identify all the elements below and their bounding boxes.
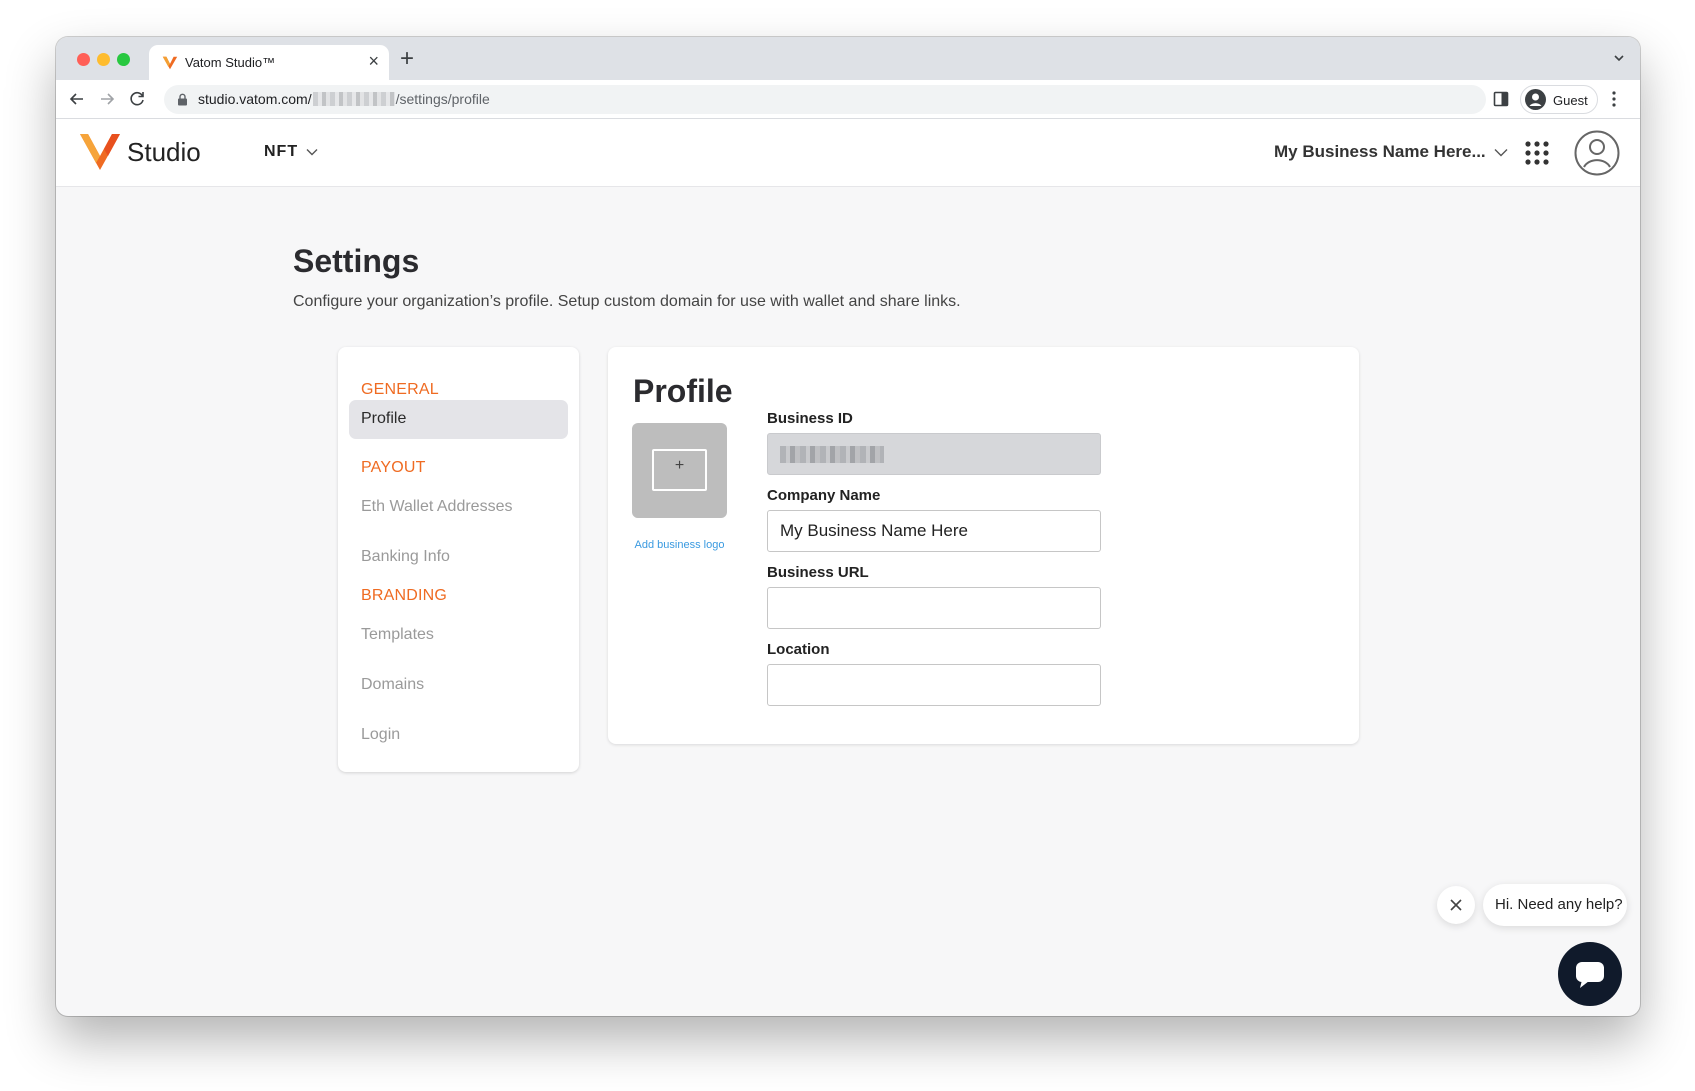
- profile-label: Guest: [1553, 93, 1588, 108]
- browser-tab[interactable]: Vatom Studio™ ×: [149, 45, 389, 80]
- section-general: GENERAL: [361, 381, 439, 398]
- section-payout: PAYOUT: [361, 459, 426, 476]
- vatom-logo-icon[interactable]: [78, 132, 122, 172]
- browser-toolbar: studio.vatom.com/ /settings/profile Gues…: [56, 80, 1640, 119]
- business-id-label: Business ID: [767, 410, 853, 427]
- vatom-favicon-icon: [162, 56, 178, 70]
- business-id-field: [767, 433, 1101, 475]
- tab-title: Vatom Studio™: [185, 55, 276, 70]
- add-logo-link[interactable]: Add business logo: [632, 537, 727, 553]
- chat-message: Hi. Need any help?: [1495, 896, 1623, 913]
- nft-menu[interactable]: NFT: [264, 143, 318, 161]
- sidebar-item-profile[interactable]: Profile: [349, 400, 568, 439]
- new-tab-button[interactable]: +: [400, 45, 414, 73]
- page-title: Settings: [293, 243, 420, 279]
- logo-upload-button[interactable]: +: [632, 423, 727, 518]
- brand-name[interactable]: Studio: [127, 137, 201, 168]
- location-input[interactable]: [767, 664, 1101, 706]
- business-selector[interactable]: My Business Name Here...: [1274, 142, 1508, 162]
- user-avatar-icon[interactable]: [1574, 130, 1620, 176]
- sidebar-item-login[interactable]: Login: [361, 726, 400, 744]
- business-url-label: Business URL: [767, 564, 869, 581]
- chat-icon: [1576, 962, 1604, 988]
- sidebar-item-profile-label: Profile: [361, 410, 407, 427]
- sidebar-item-eth-wallet[interactable]: Eth Wallet Addresses: [361, 498, 512, 516]
- business-selector-label: My Business Name Here...: [1274, 142, 1486, 161]
- url-path: /settings/profile: [395, 91, 490, 107]
- profile-title: Profile: [633, 373, 733, 409]
- chat-prompt[interactable]: Hi. Need any help?: [1483, 884, 1627, 926]
- sidebar-item-templates[interactable]: Templates: [361, 626, 434, 644]
- browser-window: Vatom Studio™ × + studio.vatom.com/ /set…: [56, 37, 1640, 1016]
- back-arrow-icon[interactable]: [66, 88, 88, 110]
- maximize-window-button[interactable]: [117, 53, 130, 66]
- page-subtitle: Configure your organization’s profile. S…: [293, 293, 961, 310]
- reload-icon[interactable]: [126, 88, 148, 110]
- sidebar-item-banking[interactable]: Banking Info: [361, 548, 450, 566]
- redacted-url-segment: [312, 92, 395, 106]
- url-text: studio.vatom.com/ /settings/profile: [198, 91, 490, 107]
- url-host: studio.vatom.com/: [198, 91, 312, 107]
- chat-dismiss-button[interactable]: [1437, 886, 1475, 924]
- chevron-down-icon: [306, 149, 318, 156]
- plus-icon: +: [674, 457, 685, 474]
- nft-menu-label: NFT: [264, 143, 299, 160]
- settings-sidebar: GENERAL Profile PAYOUT Eth Wallet Addres…: [338, 347, 579, 772]
- app-header: Studio NFT My Business Name Here...: [56, 119, 1640, 187]
- chevron-down-icon[interactable]: [1612, 51, 1626, 65]
- location-label: Location: [767, 641, 830, 658]
- company-name-label: Company Name: [767, 487, 881, 504]
- section-branding: BRANDING: [361, 587, 448, 604]
- chevron-down-icon: [1494, 148, 1508, 156]
- redacted-business-id: [780, 446, 884, 463]
- close-window-button[interactable]: [77, 53, 90, 66]
- company-name-input[interactable]: [767, 510, 1101, 552]
- lock-icon: [178, 93, 187, 106]
- sidebar-item-domains[interactable]: Domains: [361, 676, 424, 694]
- minimize-window-button[interactable]: [97, 53, 110, 66]
- side-panel-icon[interactable]: [1493, 91, 1509, 107]
- tab-strip: Vatom Studio™ × +: [56, 37, 1640, 80]
- apps-grid-icon[interactable]: [1525, 141, 1549, 165]
- profile-chip[interactable]: Guest: [1520, 85, 1598, 114]
- business-url-input[interactable]: [767, 587, 1101, 629]
- more-options-icon[interactable]: [1612, 91, 1616, 107]
- forward-arrow-icon[interactable]: [96, 88, 118, 110]
- close-icon: [1450, 899, 1462, 911]
- chat-launcher-button[interactable]: [1558, 942, 1622, 1006]
- address-bar[interactable]: studio.vatom.com/ /settings/profile: [164, 85, 1486, 114]
- tab-close-icon[interactable]: ×: [368, 51, 379, 71]
- profile-card: Profile + Add business logo Business ID …: [608, 347, 1359, 744]
- guest-avatar-icon: [1525, 89, 1546, 110]
